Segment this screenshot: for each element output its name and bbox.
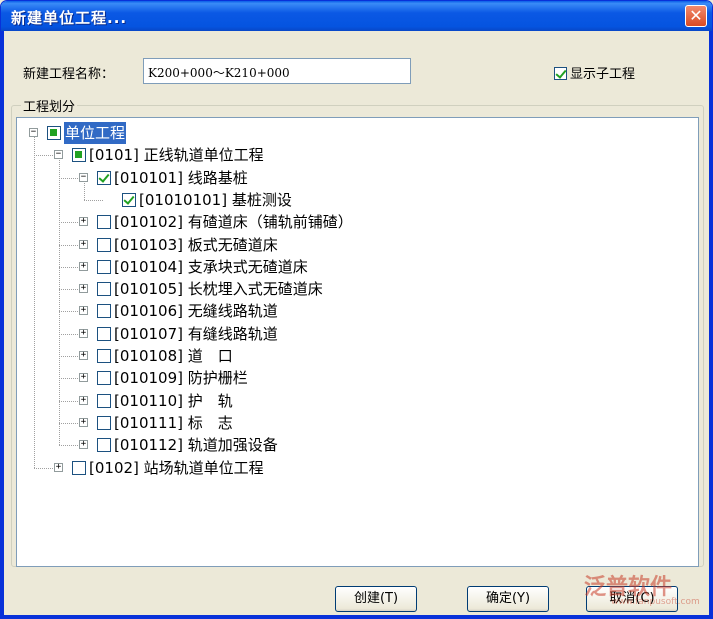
project-tree[interactable]: − 单位工程 − [0101] 正线轨道单位工程 − [010101] 线路基桩 [0101… [16,117,699,567]
tree-connector [34,155,53,157]
create-button[interactable]: 创建(T) [335,586,417,612]
tree-node-label: [010109] 防护栅栏 [114,369,248,388]
checkbox-icon[interactable] [554,67,567,80]
tree-node-label: [010110] 护 轨 [114,391,233,410]
tree-connector [59,266,78,268]
tree-node-label: [010105] 长枕埋入式无碴道床 [114,280,323,299]
tree-node[interactable]: [010111] 标 志 [97,412,233,434]
tree-connector [59,356,78,357]
tree-node[interactable]: [01010101] 基桩测设 [122,189,292,211]
tree-node[interactable]: [0101] 正线轨道单位工程 [72,144,264,166]
tree-node[interactable]: 单位工程 [47,122,127,144]
tree-node-checkbox[interactable] [97,282,111,297]
window-title: 新建单位工程... [11,9,128,27]
tree-connector [59,222,78,224]
project-name-label: 新建工程名称： [23,67,115,82]
tree-node[interactable]: [010110] 护 轨 [97,390,233,412]
tree-connector [84,199,103,201]
tree-connector [59,311,78,313]
tree-expand-icon[interactable]: + [79,306,88,316]
tree-node-label: 单位工程 [64,122,127,144]
tree-node-checkbox[interactable] [97,170,111,185]
tree-connector [59,422,78,424]
tree-node[interactable]: [010105] 长枕埋入式无碴道床 [97,278,323,300]
tree-node-label: [010103] 板式无碴道床 [114,235,278,254]
tree-node[interactable]: [010112] 轨道加强设备 [97,434,278,456]
tree-node-label: [010102] 有碴道床（铺轨前铺碴） [114,213,353,232]
tree-connector [34,467,53,469]
tree-node-checkbox[interactable] [97,237,111,252]
tree-collapse-icon[interactable]: − [54,150,63,160]
tree-node-checkbox[interactable] [97,371,111,386]
tree-connector [59,177,78,179]
tree-node-label: [010101] 线路基桩 [114,168,248,187]
tree-node-label: [0102] 站场轨道单位工程 [89,458,264,477]
tree-node-checkbox[interactable] [72,460,86,475]
tree-node-checkbox[interactable] [97,304,111,319]
tree-guide-line [59,155,60,446]
dialog-window: 新建单位工程... ✕ 新建工程名称： K200+000～K210+000 显示… [0,0,713,619]
project-name-input[interactable]: K200+000～K210+000 [143,58,411,84]
tree-node-checkbox[interactable] [97,393,111,408]
tree-node[interactable]: [010104] 支承块式无碴道床 [97,256,308,278]
window-frame-bottom [1,615,712,618]
tree-node-checkbox[interactable] [97,326,111,341]
tree-expand-icon[interactable]: + [79,239,88,249]
tree-collapse-icon[interactable]: − [29,128,38,137]
tree-expand-icon[interactable]: + [79,440,88,450]
tree-node[interactable]: [010106] 无缝线路轨道 [97,300,278,322]
tree-node-label: [010106] 无缝线路轨道 [114,302,278,321]
tree-node-label: [010111] 标 志 [114,413,233,432]
tree-node-checkbox[interactable] [72,148,86,163]
tree-node-label: [010108] 道 口 [114,347,233,365]
tree-expand-icon[interactable]: + [79,217,88,227]
watermark-url: www.fanpusoft.com [611,597,700,607]
tree-node[interactable]: [010102] 有碴道床（铺轨前铺碴） [97,211,353,233]
tree-expand-icon[interactable]: + [79,284,88,294]
tree-node-checkbox[interactable] [97,349,111,363]
tree-connector [59,289,78,291]
tree-node[interactable]: [0102] 站场轨道单位工程 [72,457,264,479]
tree-node-label: [01010101] 基桩测设 [139,190,292,209]
tree-expand-icon[interactable]: + [79,373,88,383]
tree-node-label: [0101] 正线轨道单位工程 [89,146,264,165]
tree-node[interactable]: [010108] 道 口 [97,345,233,367]
tree-node[interactable]: [010101] 线路基桩 [97,167,248,189]
tree-guide-line [34,133,35,468]
close-button[interactable]: ✕ [685,5,707,27]
tree-expand-icon[interactable]: + [79,395,88,405]
tree-node[interactable]: [010103] 板式无碴道床 [97,234,278,256]
tree-collapse-icon[interactable]: − [79,172,88,182]
tree-connector [59,445,78,447]
tree-expand-icon[interactable]: + [54,462,63,472]
tree-node-checkbox[interactable] [97,259,111,274]
tree-node-checkbox[interactable] [97,215,111,230]
show-subprojects-checkbox[interactable]: 显示子工程 [554,63,635,82]
tree-connector [59,400,78,402]
tree-node[interactable]: [010109] 防护栅栏 [97,367,248,389]
tree-node-label: [010107] 有缝线路轨道 [114,324,278,343]
tree-node-checkbox[interactable] [47,126,61,140]
tree-expand-icon[interactable]: + [79,328,88,338]
tree-node-label: [010112] 轨道加强设备 [114,436,278,455]
ok-button[interactable]: 确定(Y) [467,586,549,612]
tree-expand-icon[interactable]: + [79,417,88,427]
tree-node-checkbox[interactable] [97,415,111,430]
tree-connector [59,244,78,246]
tree-expand-icon[interactable]: + [79,351,88,360]
title-bar[interactable]: 新建单位工程... ✕ [1,1,712,31]
tree-node-checkbox[interactable] [122,192,136,207]
tree-node-checkbox[interactable] [97,438,111,453]
window-frame-right [709,31,712,618]
window-frame-left [1,31,4,618]
tree-node-label: [010104] 支承块式无碴道床 [114,257,308,276]
show-subprojects-label: 显示子工程 [570,67,636,82]
tree-connector [59,378,78,380]
project-division-legend: 工程划分 [21,96,78,115]
tree-connector [59,333,78,335]
tree-expand-icon[interactable]: + [79,261,88,271]
tree-node[interactable]: [010107] 有缝线路轨道 [97,323,278,345]
